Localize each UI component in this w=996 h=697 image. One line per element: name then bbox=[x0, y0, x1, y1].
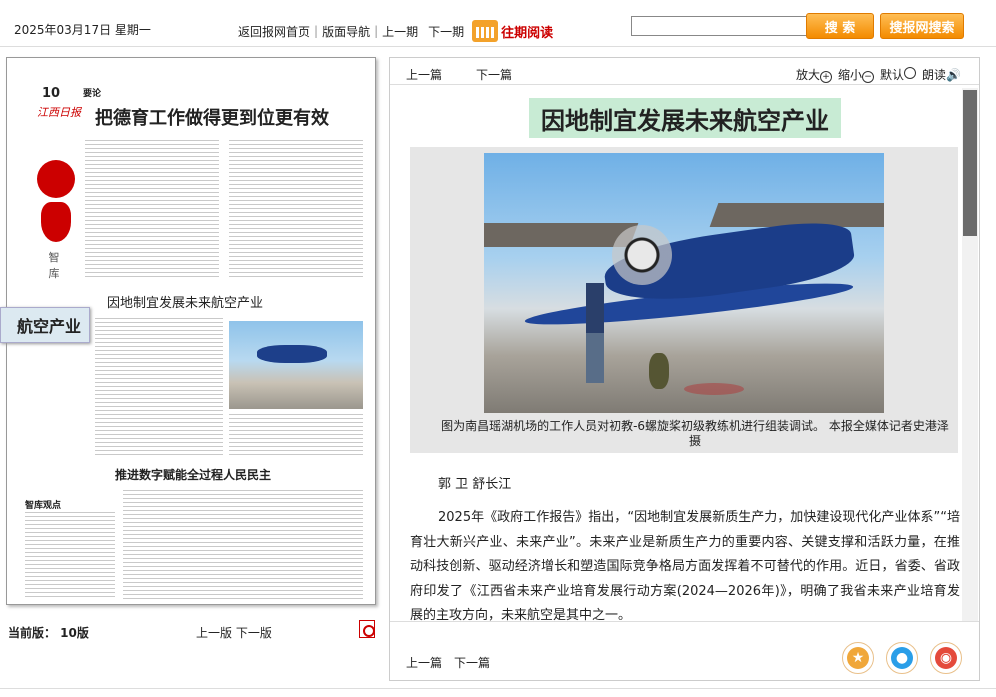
speaker-icon: 🔊 bbox=[946, 68, 961, 82]
qq-icon[interactable]: ● bbox=[886, 642, 918, 674]
site-search-button-label: 搜报网搜索 bbox=[889, 20, 955, 36]
preview-headline[interactable]: 把德育工作做得更到位更有效 bbox=[95, 104, 329, 130]
nav-separator: | bbox=[314, 24, 319, 38]
article-author: 郭 卫 舒长江 bbox=[438, 477, 512, 492]
column-sidebar: 智库 bbox=[33, 130, 75, 320]
search-input[interactable] bbox=[631, 16, 807, 36]
site-search-button[interactable]: 搜报网搜索 bbox=[880, 13, 964, 39]
page-number: 10 bbox=[42, 86, 61, 101]
past-reading-link[interactable]: 往期阅读 bbox=[472, 20, 553, 42]
next-edition-link[interactable]: 下一版 bbox=[236, 626, 272, 640]
sidebar-label: 智库 bbox=[48, 251, 60, 280]
current-edition: 当前版： 10版 bbox=[8, 626, 89, 640]
article-title: 因地制宜发展未来航空产业 bbox=[529, 98, 841, 138]
article-body: 2025年《政府工作报告》指出，“因地制宜发展新质生产力，加快建设现代化产业体系… bbox=[410, 510, 960, 623]
edition-pager: 上一版 下一版 bbox=[196, 624, 272, 641]
bottom-prev-article-link[interactable]: 上一篇 bbox=[406, 654, 442, 671]
column-label-2: 智库观点 bbox=[25, 501, 62, 511]
calendar-icon bbox=[472, 20, 499, 42]
text-block bbox=[229, 414, 363, 458]
column-seal-icon bbox=[37, 160, 75, 198]
article-panel: 上一篇 下一篇 放大 + 缩小 − 默认 朗读🔊 因地制宜发展未来航空产业 图为南昌… bbox=[389, 57, 980, 681]
preview-photo bbox=[229, 321, 363, 409]
current-date: 2025年03月17日 星期一 bbox=[14, 23, 151, 37]
prev-edition-link[interactable]: 上一版 bbox=[196, 626, 232, 640]
plus-icon: + bbox=[820, 71, 832, 83]
weibo-logo-icon: ◉ bbox=[935, 647, 957, 669]
search-button[interactable]: 搜 索 bbox=[806, 13, 874, 39]
next-article-link[interactable]: 下一篇 bbox=[476, 66, 512, 83]
article-hotspot-callout[interactable]: 航空产业 bbox=[0, 307, 90, 343]
newspaper-masthead: 江西日报 bbox=[37, 106, 81, 119]
text-block bbox=[25, 512, 115, 600]
column-seal-icon-2 bbox=[41, 202, 71, 242]
plane-propeller bbox=[612, 225, 672, 285]
zoom-out-label: 缩小 bbox=[838, 68, 863, 82]
text-block bbox=[85, 140, 219, 280]
scrollbar-thumb[interactable] bbox=[963, 90, 977, 236]
page-divider bbox=[0, 688, 996, 689]
weibo-icon[interactable]: ◉ bbox=[930, 642, 962, 674]
reading-tools: 放大 + 缩小 − 默认 朗读🔊 bbox=[796, 66, 961, 83]
article-scrollbar[interactable] bbox=[962, 88, 978, 678]
text-block bbox=[229, 140, 363, 280]
layout-nav-link[interactable]: 版面导航 bbox=[322, 23, 370, 40]
article-bottom-bar: 上一篇 下一篇 ★ ● ◉ bbox=[390, 621, 979, 680]
column-label: 要论 bbox=[83, 89, 102, 99]
star-icon: ★ bbox=[847, 647, 869, 669]
article-photo bbox=[484, 153, 884, 413]
top-bar: 2025年03月17日 星期一 返回报网首页 | 版面导航 | 上一期 下一期 往期… bbox=[0, 0, 996, 47]
circle-icon bbox=[904, 67, 917, 79]
pdf-icon[interactable] bbox=[359, 620, 375, 638]
read-aloud-button[interactable]: 朗读🔊 bbox=[922, 66, 961, 83]
home-link[interactable]: 返回报网首页 bbox=[238, 23, 310, 40]
default-size-button[interactable]: 默认 bbox=[880, 66, 917, 83]
nav-separator: | bbox=[374, 24, 379, 38]
landing-wheel bbox=[649, 353, 669, 389]
minus-icon: − bbox=[862, 71, 875, 83]
article-toolbar: 上一篇 下一篇 放大 + 缩小 − 默认 朗读🔊 bbox=[390, 58, 979, 85]
prev-article-link[interactable]: 上一篇 bbox=[406, 66, 442, 83]
default-label: 默认 bbox=[880, 68, 905, 82]
favorite-icon[interactable]: ★ bbox=[842, 642, 874, 674]
top-navigation: 返回报网首页 | 版面导航 | 上一期 下一期 往期阅读 bbox=[238, 20, 553, 42]
zoom-in-label: 放大 bbox=[795, 68, 820, 82]
bottom-next-article-link[interactable]: 下一篇 bbox=[454, 654, 490, 671]
text-block bbox=[95, 318, 223, 458]
previous-issue-link[interactable]: 上一期 bbox=[382, 23, 418, 40]
preview-subarticle-2[interactable]: 推进数字赋能全过程人民民主 bbox=[115, 466, 271, 483]
ground-stain bbox=[684, 383, 744, 395]
preview-subarticle[interactable]: 因地制宜发展未来航空产业 bbox=[107, 292, 263, 311]
next-issue-link[interactable]: 下一期 bbox=[428, 23, 464, 40]
zoom-in-button[interactable]: 放大 + bbox=[796, 66, 832, 83]
plane-shape bbox=[257, 345, 327, 363]
text-block bbox=[123, 490, 363, 600]
past-reading-label: 往期阅读 bbox=[501, 25, 554, 41]
article-figure: 图为南昌瑶湖机场的工作人员对初教-6螺旋桨初级教练机进行组装调试。 本报全媒体记… bbox=[410, 147, 958, 453]
photo-caption: 图为南昌瑶湖机场的工作人员对初教-6螺旋桨初级教练机进行组装调试。 本报全媒体记… bbox=[441, 419, 949, 448]
zoom-out-button[interactable]: 缩小 − bbox=[838, 66, 875, 83]
edition-footer: 当前版： 10版 上一版 下一版 bbox=[0, 614, 380, 641]
penguin-icon: ● bbox=[891, 647, 913, 669]
read-label: 朗读 bbox=[922, 68, 947, 82]
worker-figure bbox=[586, 283, 604, 383]
search-button-label: 搜 索 bbox=[824, 20, 856, 36]
